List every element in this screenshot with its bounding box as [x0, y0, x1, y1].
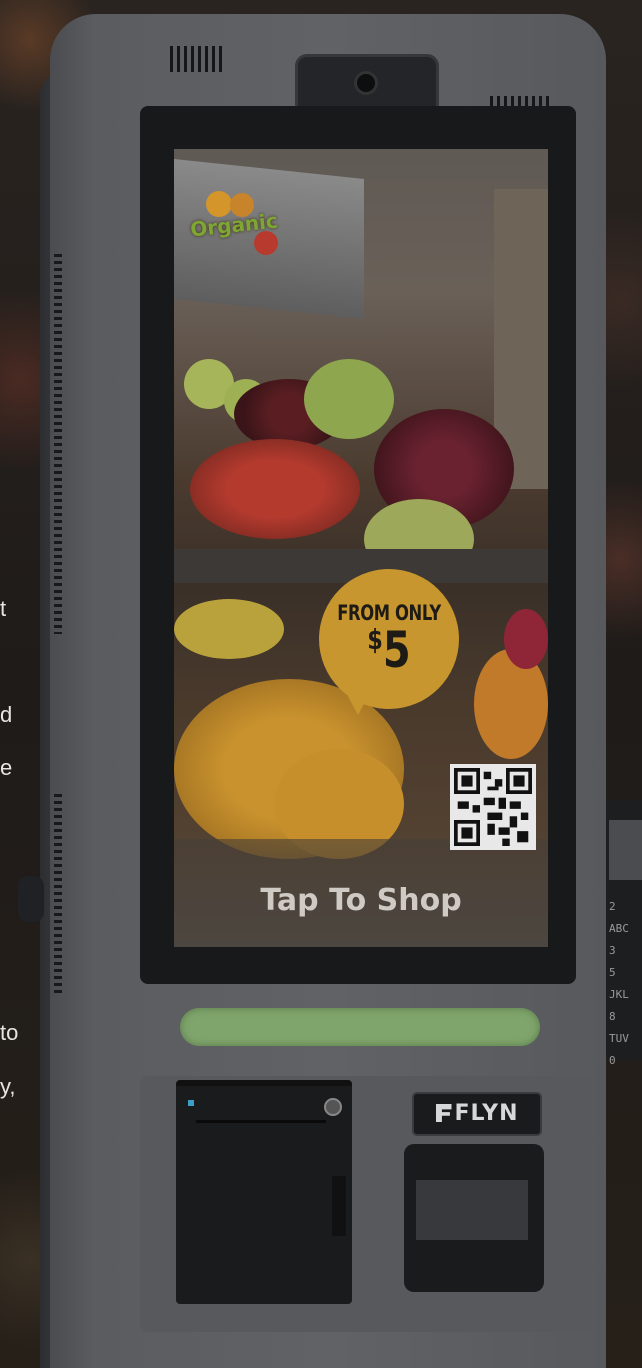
green-apples	[304, 359, 394, 439]
terminal-screen	[609, 820, 642, 880]
card-reader-slot[interactable]	[404, 1144, 544, 1292]
camera-lens-icon	[354, 71, 378, 95]
terminal-key-row: 8 TUV	[609, 1010, 629, 1045]
tap-to-shop-label[interactable]: Tap To Shop	[174, 883, 548, 918]
printer-button-icon[interactable]	[324, 1098, 342, 1116]
brand-name: FLYN	[454, 1101, 519, 1126]
terminal-key-row: 2 ABC 3	[609, 900, 629, 957]
red-apples	[190, 439, 360, 539]
side-latch	[18, 876, 44, 922]
grapefruit-icon	[254, 231, 278, 255]
background-text-line: y,	[0, 1074, 16, 1099]
qr-code-icon[interactable]	[450, 764, 536, 850]
promo-price: $5	[333, 621, 445, 679]
background-text-line: e	[0, 755, 13, 780]
brand-logo: FLYN	[412, 1092, 542, 1136]
logo-mark-icon	[435, 1104, 452, 1122]
background-text-line: to	[0, 1020, 19, 1045]
price-amount: 5	[382, 621, 411, 679]
oranges-fruit	[474, 649, 548, 759]
barcode-scanner-light	[180, 1008, 540, 1046]
background-text-line: d	[0, 702, 13, 727]
terminal-key-row: 0	[609, 1054, 616, 1067]
side-vent	[54, 254, 62, 634]
receipt-slot	[196, 1120, 326, 1123]
promo-bubble-tail	[344, 689, 372, 715]
side-vent	[54, 794, 62, 994]
payment-terminal: 2 ABC 3 5 JKL 8 TUV 0	[603, 800, 642, 1067]
speaker-grille-left	[170, 46, 222, 72]
touch-screen[interactable]: Organic FROM ONLY $5 Tap To Shop	[174, 149, 548, 947]
dragonfruit	[504, 609, 548, 669]
terminal-key-row: 5 JKL	[609, 966, 629, 1001]
self-service-kiosk: Organic FROM ONLY $5 Tap To Shop FLYN	[18, 14, 606, 1368]
printer-hinge	[332, 1176, 346, 1236]
terminal-keypad: 2 ABC 3 5 JKL 8 TUV 0	[609, 896, 642, 1067]
reader-window	[416, 1180, 528, 1240]
receipt-printer	[176, 1080, 352, 1304]
organic-badge: Organic	[186, 191, 282, 255]
qr-code-graphic	[454, 768, 532, 846]
currency-symbol: $	[367, 623, 383, 656]
printer-status-led	[188, 1100, 194, 1106]
background-text-line: t	[0, 596, 7, 621]
lemons-fruit	[174, 599, 284, 659]
